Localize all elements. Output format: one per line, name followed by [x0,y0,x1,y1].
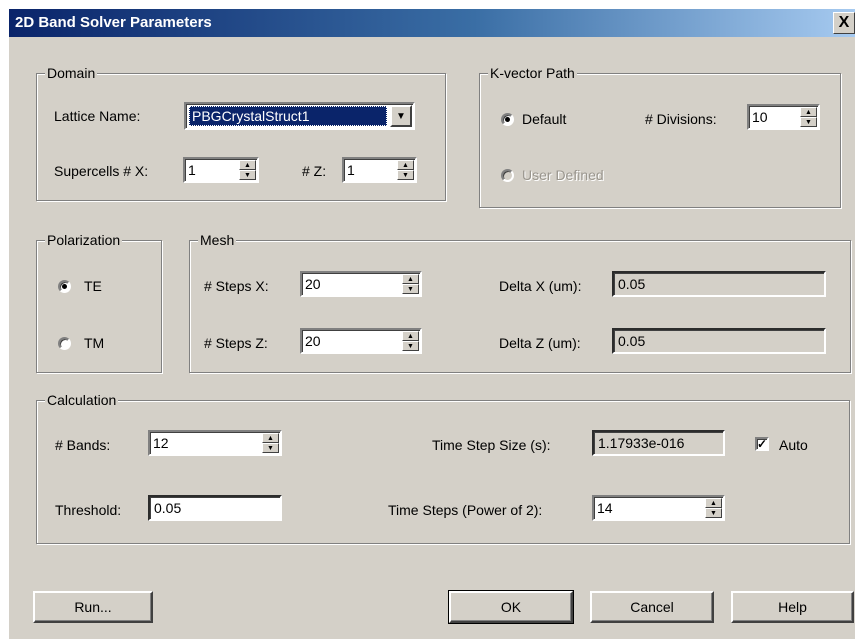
polarization-group: Polarization TE TM [36,231,162,373]
mesh-group: Mesh # Steps X: 20 ▲ ▼ Delta X (um): 0.0… [189,231,851,373]
spin-up-icon[interactable]: ▲ [397,160,414,170]
spin-up-icon[interactable]: ▲ [800,107,817,117]
chevron-down-icon[interactable]: ▼ [390,105,412,127]
divisions-stepper[interactable]: 10 ▲ ▼ [747,104,820,130]
spin-down-icon[interactable]: ▼ [705,508,722,518]
divisions-label: # Divisions: [645,111,717,127]
spin-buttons: ▲ ▼ [705,498,722,518]
spin-buttons: ▲ ▼ [239,160,256,180]
spin-buttons: ▲ ▼ [397,160,414,180]
spin-up-icon[interactable]: ▲ [705,498,722,508]
checkmark-icon: ✓ [757,437,768,451]
supercells-x-stepper[interactable]: 1 ▲ ▼ [183,157,259,183]
help-button[interactable]: Help [731,591,854,623]
spin-up-icon[interactable]: ▲ [262,433,279,443]
run-button[interactable]: Run... [33,591,153,623]
tm-radio-label[interactable]: TM [84,334,104,352]
time-step-size-value: 1.17933e-016 [598,435,685,451]
delta-z-label: Delta Z (um): [499,335,581,351]
bands-stepper[interactable]: 12 ▲ ▼ [148,430,282,456]
time-steps-value: 14 [597,500,613,516]
auto-checkbox[interactable]: ✓ [755,437,769,451]
steps-z-label: # Steps Z: [204,335,268,351]
steps-x-label: # Steps X: [204,278,269,294]
lattice-name-label: Lattice Name: [54,108,141,124]
threshold-value: 0.05 [154,500,182,516]
close-button[interactable]: X [833,12,855,34]
ok-button[interactable]: OK [448,590,574,624]
delta-x-field: 0.05 [612,271,826,297]
steps-z-stepper[interactable]: 20 ▲ ▼ [300,328,422,354]
default-radio[interactable] [501,113,514,126]
spin-down-icon[interactable]: ▼ [800,117,817,127]
steps-x-stepper[interactable]: 20 ▲ ▼ [300,271,422,297]
mesh-group-title: Mesh [198,231,237,249]
supercells-x-label: Supercells # X: [54,163,149,179]
help-button-label: Help [778,599,807,615]
close-icon: X [838,14,850,31]
spin-down-icon[interactable]: ▼ [397,170,414,180]
spin-up-icon[interactable]: ▲ [402,274,419,284]
cancel-button-label: Cancel [630,599,674,615]
calculation-group: Calculation # Bands: 12 ▲ ▼ Time Step Si… [36,391,850,544]
supercells-z-value: 1 [347,162,355,178]
supercells-z-label: # Z: [302,163,327,179]
bands-value: 12 [153,435,169,451]
user-defined-radio[interactable] [501,169,514,182]
spin-up-icon[interactable]: ▲ [239,160,256,170]
title-bar[interactable]: 2D Band Solver Parameters X [9,9,855,37]
spin-down-icon[interactable]: ▼ [402,284,419,294]
run-button-label: Run... [74,599,112,615]
time-steps-label: Time Steps (Power of 2): [388,502,543,518]
window-title: 2D Band Solver Parameters [15,14,212,31]
threshold-label: Threshold: [55,502,122,518]
ok-button-label: OK [500,599,522,615]
spin-down-icon[interactable]: ▼ [262,443,279,453]
time-step-size-label: Time Step Size (s): [432,437,551,453]
domain-group: Domain Lattice Name: PBGCrystalStruct1 ▼… [36,64,446,201]
delta-x-label: Delta X (um): [499,278,582,294]
kvector-group: K-vector Path Default # Divisions: 10 ▲ … [479,64,841,208]
tm-radio[interactable] [58,337,71,350]
cancel-button[interactable]: Cancel [590,591,714,623]
kvector-group-title: K-vector Path [488,64,577,82]
user-defined-radio-label[interactable]: User Defined [522,166,604,184]
bands-label: # Bands: [55,437,111,453]
delta-z-field: 0.05 [612,328,826,354]
calculation-group-title: Calculation [45,391,119,409]
delta-x-value: 0.05 [618,276,646,292]
lattice-name-combo[interactable]: PBGCrystalStruct1 ▼ [184,102,415,130]
threshold-input[interactable]: 0.05 [148,495,282,521]
spin-down-icon[interactable]: ▼ [402,341,419,351]
delta-z-value: 0.05 [618,333,646,349]
supercells-z-stepper[interactable]: 1 ▲ ▼ [342,157,417,183]
supercells-x-value: 1 [188,162,196,178]
spin-buttons: ▲ ▼ [402,274,419,294]
polarization-group-title: Polarization [45,231,123,249]
auto-checkbox-label[interactable]: Auto [779,436,808,454]
time-step-size-field: 1.17933e-016 [592,430,725,456]
divisions-value: 10 [752,109,768,125]
domain-group-title: Domain [45,64,98,82]
steps-z-value: 20 [305,333,321,349]
spin-buttons: ▲ ▼ [262,433,279,453]
spin-buttons: ▲ ▼ [402,331,419,351]
lattice-name-value: PBGCrystalStruct1 [189,106,387,126]
te-radio[interactable] [58,280,71,293]
spin-up-icon[interactable]: ▲ [402,331,419,341]
default-radio-label[interactable]: Default [522,110,566,128]
te-radio-label[interactable]: TE [84,277,102,295]
time-steps-stepper[interactable]: 14 ▲ ▼ [592,495,725,521]
spin-buttons: ▲ ▼ [800,107,817,127]
steps-x-value: 20 [305,276,321,292]
spin-down-icon[interactable]: ▼ [239,170,256,180]
band-solver-dialog: 2D Band Solver Parameters X Domain Latti… [8,8,855,639]
